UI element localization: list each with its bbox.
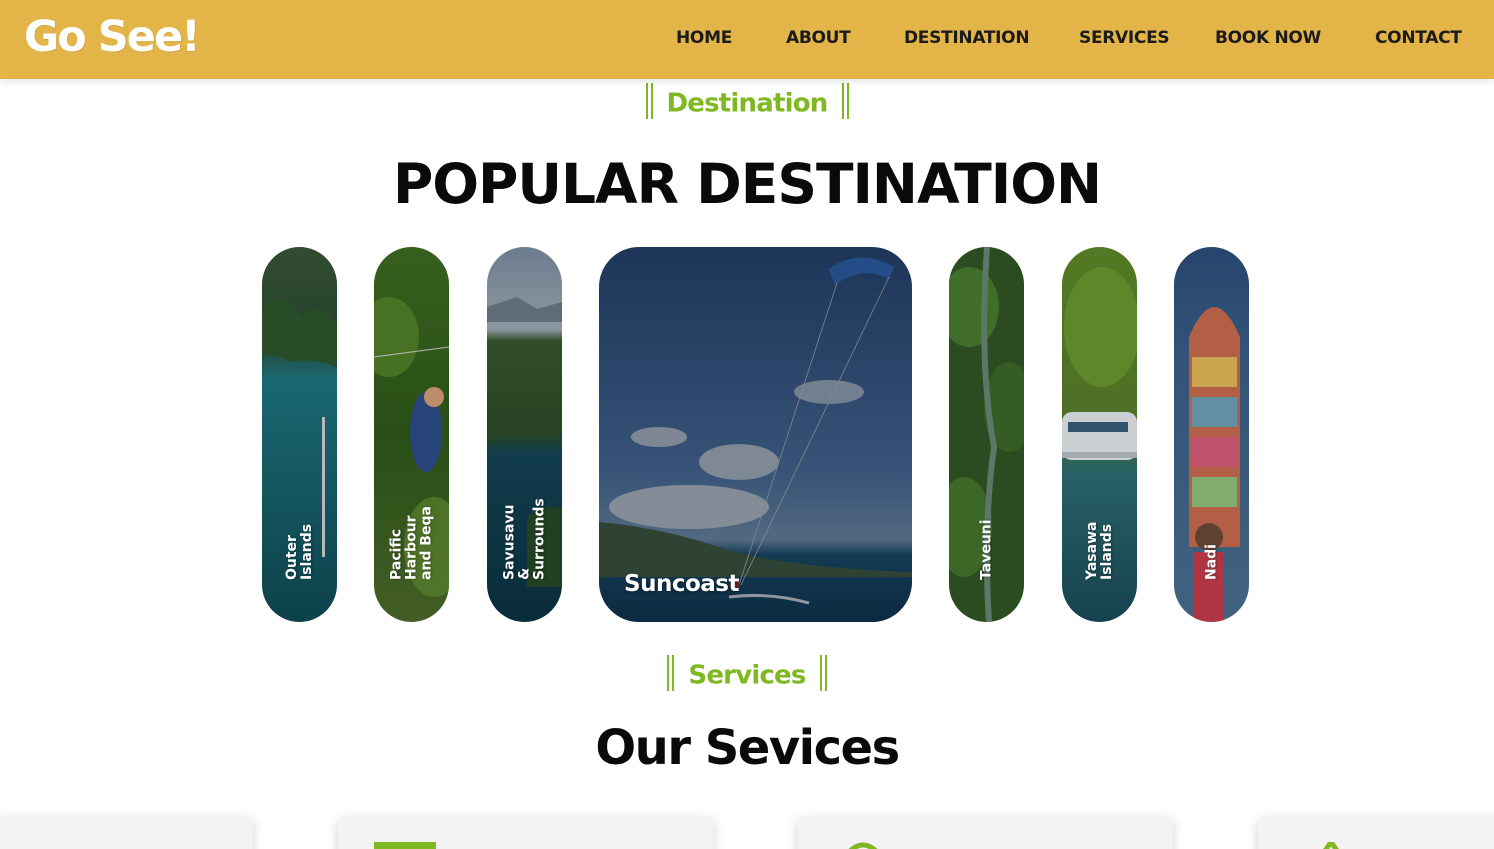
label-divider [841, 83, 849, 119]
service-card[interactable] [798, 818, 1173, 849]
services-section-label: Services [0, 655, 1494, 694]
service-icon [848, 842, 878, 849]
our-services-heading: Our Sevices [595, 720, 900, 776]
label-divider [645, 83, 653, 119]
suncoast-image [599, 247, 912, 622]
nav-services[interactable]: SERVICES [1079, 28, 1170, 48]
service-card[interactable] [338, 818, 713, 849]
nav-home[interactable]: HOME [676, 28, 732, 48]
service-icon [1323, 842, 1339, 849]
destination-card-nadi[interactable]: Nadi [1174, 247, 1249, 622]
label-divider [667, 655, 675, 691]
service-icon [374, 842, 436, 849]
destination-section-label: Destination [0, 83, 1494, 122]
card-label: Yasawa Islands [1083, 521, 1115, 580]
card-label: Taveuni [978, 519, 994, 580]
site-header: Go See! HOME ABOUT DESTINATION SERVICES … [0, 0, 1494, 79]
card-label: Outer Islands [283, 523, 315, 580]
destination-card-pacific-harbour[interactable]: Pacific Harbour and Beqa [374, 247, 449, 622]
label-divider [819, 655, 827, 691]
popular-destination-heading: POPULAR DESTINATION [392, 152, 1102, 216]
active-card-title: Suncoast [624, 571, 739, 597]
destination-card-outer-islands[interactable]: Outer Islands [262, 247, 337, 622]
main-nav: HOME ABOUT DESTINATION SERVICES BOOK NOW… [0, 28, 1494, 52]
service-card[interactable] [1258, 818, 1494, 849]
card-label: Pacific Harbour and Beqa [388, 506, 434, 580]
nav-contact[interactable]: CONTACT [1375, 28, 1462, 48]
card-label: Nadi [1203, 544, 1219, 580]
nav-destination[interactable]: DESTINATION [904, 28, 1030, 48]
nav-book-now[interactable]: BOOK NOW [1215, 28, 1321, 48]
card-label: Savusavu & Surrounds [501, 498, 547, 580]
nav-about[interactable]: ABOUT [786, 28, 851, 48]
service-card[interactable] [0, 818, 253, 849]
destination-card-yasawa[interactable]: Yasawa Islands [1062, 247, 1137, 622]
destination-card-savusavu[interactable]: Savusavu & Surrounds [487, 247, 562, 622]
destination-card-taveuni[interactable]: Taveuni [949, 247, 1024, 622]
destination-card-suncoast[interactable]: Suncoast [599, 247, 912, 622]
